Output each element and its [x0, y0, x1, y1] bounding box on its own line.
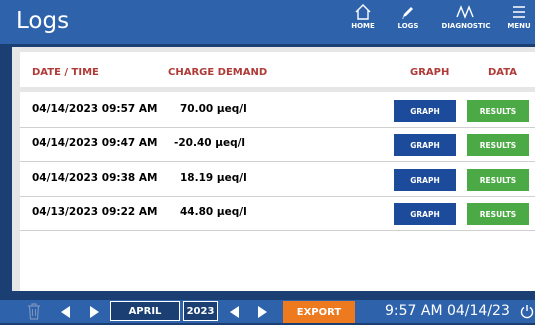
column-header-data: DATA: [488, 67, 518, 78]
row-charge-demand: 44.80 µeq/l: [180, 206, 247, 218]
hamburger-menu-icon: [513, 6, 525, 18]
next-page-arrow-icon[interactable]: [90, 306, 99, 318]
results-button[interactable]: RESULTS: [467, 100, 529, 122]
row-datetime: 04/13/2023 09:22 AM: [32, 206, 158, 218]
table-row: 04/14/2023 09:38 AM 18.19 µeq/l GRAPH RE…: [20, 163, 535, 197]
nav-diagnostic-label: DIAGNOSTIC: [441, 22, 491, 30]
graph-button[interactable]: GRAPH: [394, 100, 456, 122]
export-button[interactable]: EXPORT: [283, 301, 355, 323]
row-datetime: 04/14/2023 09:57 AM: [32, 103, 158, 115]
results-button[interactable]: RESULTS: [467, 134, 529, 156]
table-row: 04/13/2023 09:22 AM 44.80 µeq/l GRAPH RE…: [20, 197, 535, 231]
year-selector[interactable]: 2023: [183, 301, 218, 321]
top-bar: Logs HOME LOGS DIAGNOSTIC MENU: [0, 0, 535, 44]
results-button[interactable]: RESULTS: [467, 169, 529, 191]
table-header: DATE / TIME CHARGE DEMAND GRAPH DATA: [20, 52, 535, 87]
nav-menu-button[interactable]: MENU: [505, 3, 533, 43]
column-header-charge-demand: CHARGE DEMAND: [168, 67, 268, 78]
month-selector[interactable]: APRIL: [110, 301, 180, 321]
row-charge-demand: 70.00 µeq/l: [180, 103, 247, 115]
nav-diagnostic-button[interactable]: DIAGNOSTIC: [436, 3, 496, 43]
graph-button[interactable]: GRAPH: [394, 134, 456, 156]
row-charge-demand: 18.19 µeq/l: [180, 172, 247, 184]
pencil-icon: [402, 7, 413, 19]
nav-home-label: HOME: [351, 22, 375, 30]
graph-button[interactable]: GRAPH: [394, 169, 456, 191]
row-charge-demand: -20.40 µeq/l: [174, 137, 246, 149]
column-header-datetime: DATE / TIME: [32, 67, 99, 78]
log-list: 04/14/2023 09:57 AM 70.00 µeq/l GRAPH RE…: [20, 92, 535, 291]
results-button[interactable]: RESULTS: [467, 203, 529, 225]
delete-button[interactable]: [27, 303, 41, 325]
column-header-graph: GRAPH: [410, 67, 450, 78]
logs-panel: DATE / TIME CHARGE DEMAND GRAPH DATA 04/…: [12, 47, 535, 291]
table-row: 04/14/2023 09:47 AM -20.40 µeq/l GRAPH R…: [20, 128, 535, 162]
waveform-icon: [456, 5, 474, 19]
table-row: 04/14/2023 09:57 AM 70.00 µeq/l GRAPH RE…: [20, 94, 535, 128]
bottom-bar: APRIL 2023 EXPORT 9:57 AM 04/14/23: [0, 300, 535, 323]
home-icon: [355, 4, 371, 20]
page-title: Logs: [16, 8, 70, 34]
power-button[interactable]: [520, 304, 534, 324]
graph-button[interactable]: GRAPH: [394, 203, 456, 225]
nav-menu-label: MENU: [507, 22, 531, 30]
clock-display: 9:57 AM 04/14/23: [385, 303, 510, 319]
power-icon: [520, 305, 534, 319]
row-datetime: 04/14/2023 09:47 AM: [32, 137, 158, 149]
row-datetime: 04/14/2023 09:38 AM: [32, 172, 158, 184]
previous-month-arrow-icon[interactable]: [230, 306, 239, 318]
nav-logs-button[interactable]: LOGS: [393, 3, 423, 43]
nav-home-button[interactable]: HOME: [348, 3, 378, 43]
previous-page-arrow-icon[interactable]: [61, 306, 70, 318]
nav-logs-label: LOGS: [397, 22, 419, 30]
trash-icon: [28, 303, 40, 320]
next-month-arrow-icon[interactable]: [258, 306, 267, 318]
